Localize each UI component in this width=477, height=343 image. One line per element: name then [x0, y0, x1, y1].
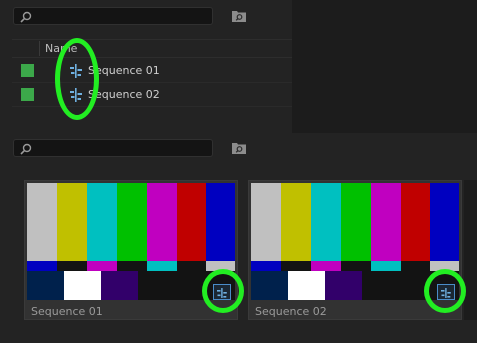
icon-view-search-input[interactable] [13, 139, 213, 157]
label-color-swatch[interactable] [21, 64, 34, 77]
folder-search-icon[interactable] [232, 10, 246, 22]
list-column-header[interactable]: Name [12, 39, 292, 58]
panel-empty-area [292, 0, 477, 133]
search-icon [20, 11, 32, 23]
sequence-icon [213, 284, 231, 300]
color-bars-thumbnail[interactable] [27, 183, 235, 300]
column-divider [39, 41, 40, 56]
sequence-icon [437, 284, 455, 300]
color-bars-thumbnail[interactable] [251, 183, 459, 300]
list-item[interactable]: Sequence 02 [12, 83, 292, 107]
list-item[interactable]: Sequence 01 [12, 59, 292, 83]
search-icon [20, 143, 32, 155]
sequence-thumbnail-card[interactable]: Sequence 01 [24, 180, 238, 320]
list-search-input[interactable] [13, 7, 213, 25]
name-column-label[interactable]: Name [45, 42, 77, 55]
project-panels: Name Sequence 01 Sequence 02 Sequence 01… [0, 0, 477, 343]
thumbnail-caption[interactable]: Sequence 01 [31, 305, 103, 318]
sequence-thumbnail-card[interactable]: Sequence 02 [248, 180, 462, 320]
panel-edge [464, 180, 477, 320]
thumbnail-caption[interactable]: Sequence 02 [255, 305, 327, 318]
folder-search-icon[interactable] [232, 142, 246, 154]
sequence-name[interactable]: Sequence 02 [88, 88, 160, 101]
sequence-name[interactable]: Sequence 01 [88, 64, 160, 77]
sequence-icon [70, 64, 82, 78]
sequence-icon [70, 88, 82, 102]
label-color-swatch[interactable] [21, 88, 34, 101]
